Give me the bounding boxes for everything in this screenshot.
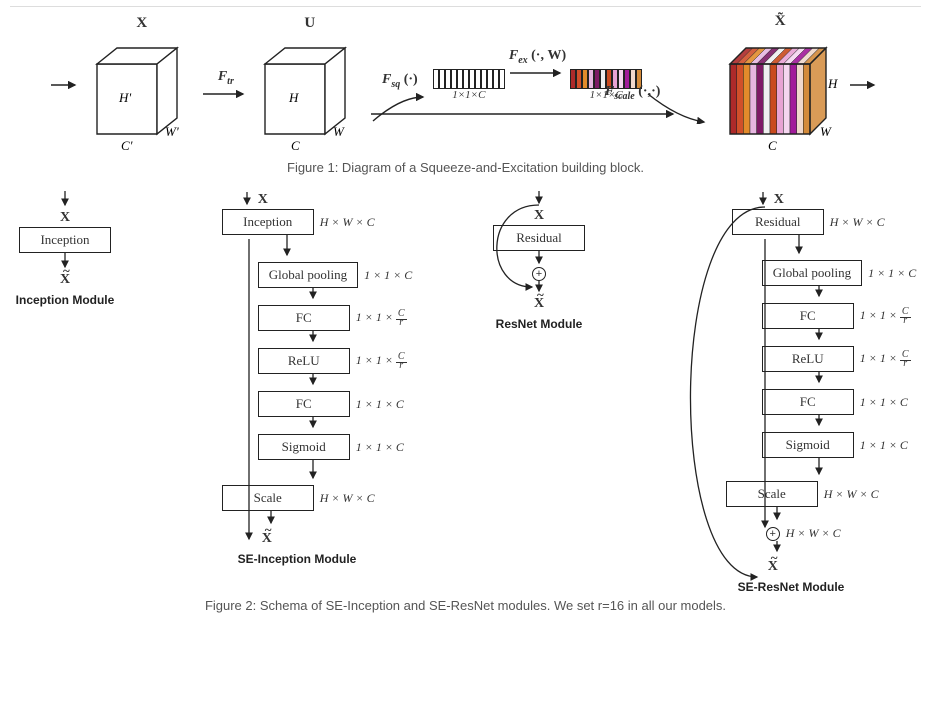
seinc-box-inception: Inception [222,209,314,235]
seinc-label-Xt: X [262,531,272,547]
label-U: U [304,15,315,32]
inception-module: X Inception X Inception Module [10,191,120,307]
seres-box-relu: ReLU [762,346,854,372]
seres-label-Xt: X [768,559,778,575]
center-paths: Fsq (·) 1×1×C Fex (·, W) 1×1×C [371,48,710,122]
seinc-dim-11c-3: 1 × 1 × C [356,440,404,455]
arrow-out [850,79,880,91]
figure-2: X Inception X Inception Module X Incepti… [10,185,921,613]
label-Xtilde: X̃ [775,13,786,30]
seinc-box-fc2: FC [258,391,350,417]
seres-box-fc1: FC [762,303,854,329]
dim-W: W [333,124,345,139]
title-inception: Inception Module [16,293,115,307]
dim-H: H [288,90,299,105]
se-block-diagram: X H' W' C' Ftr U [10,13,921,156]
label-X: X [136,15,147,32]
label-Fsq: Fsq (·) [382,72,418,90]
seinc-dim-hwc-2: H × W × C [320,491,375,506]
arrow-Ftr: Ftr [203,69,249,101]
dim-Wp: W' [165,124,179,139]
arrow-in [51,79,81,91]
dim-H2: H [827,76,838,91]
seres-dim-hwc-3: H × W × C [786,526,841,541]
arrow-Fsq: Fsq (·) [371,72,429,126]
res-add-icon: + [532,267,546,281]
label-Xt-inc: X [60,272,70,288]
seres-box-gp: Global pooling [762,260,862,286]
seinc-dim-11c-1: 1 × 1 × C [364,268,412,283]
cube-U-svg: H W C [255,34,365,154]
seres-dim-hwc-2: H × W × C [824,487,879,502]
colored-cube-svg: H W C [716,32,844,156]
seinc-box-gp: Global pooling [258,262,358,288]
figure-2-caption: Figure 2: Schema of SE-Inception and SE-… [10,598,921,613]
seres-add-icon: + [766,527,780,541]
label-X-inc: X [60,210,70,226]
cube-X-svg: H' W' C' [87,34,197,154]
dim-Cp: C' [121,138,133,153]
box-inception-plain: Inception [19,227,111,253]
seres-dim-11c-2: 1 × 1 × C [860,395,908,410]
res-label-Xt: X [534,296,544,312]
arrow-Fex: Fex (·, W) [509,48,566,80]
figure-1: X H' W' C' Ftr U [10,6,921,175]
seinc-dim-11cr-2: 1 × 1 × Cr [356,352,407,370]
dim-vec-1: 1×1×C [452,89,485,101]
label-Ftr: Ftr [218,69,234,87]
seres-label-X: X [774,192,784,208]
seinc-dim-11c-2: 1 × 1 × C [356,397,404,412]
seinc-box-scale: Scale [222,485,314,511]
seinc-label-X: X [258,192,268,208]
figure-1-caption: Figure 1: Diagram of a Squeeze-and-Excit… [10,160,921,175]
dim-Hp: H' [118,90,131,105]
resnet-module: X Residual + X ResNet Module [474,191,604,331]
seres-dim-hwc-1: H × W × C [830,215,885,230]
seres-dim-11c-1: 1 × 1 × C [868,266,916,281]
seres-box-sigmoid: Sigmoid [762,432,854,458]
title-resnet: ResNet Module [496,317,583,331]
seres-dim-11c-3: 1 × 1 × C [860,438,908,453]
squeeze-vector [433,69,505,89]
seinc-dim-11cr-1: 1 × 1 × Cr [356,309,407,327]
seinc-box-sigmoid: Sigmoid [258,434,350,460]
tensor-X: X H' W' C' [87,15,197,154]
seinc-box-fc1: FC [258,305,350,331]
seinc-dim-hwc-1: H × W × C [320,215,375,230]
se-inception-module: X Inception H × W × C Global pooling 1 ×… [177,191,417,566]
dim-C: C [291,138,300,153]
seres-box-fc2: FC [762,389,854,415]
se-resnet-module: X Residual H × W × C Global pooling 1 × … [661,191,921,594]
title-se-resnet: SE-ResNet Module [738,580,845,594]
label-Fscale: Fscale (·,·) [605,84,661,102]
tensor-Xtilde: X̃ H W C [716,13,844,156]
label-Fex: Fex (·, W) [509,48,566,66]
seres-box-residual: Residual [732,209,824,235]
res-label-X: X [534,208,544,224]
seres-dim-11cr-1: 1 × 1 × Cr [860,307,911,325]
tensor-U: U H W C [255,15,365,154]
seres-dim-11cr-2: 1 × 1 × Cr [860,350,911,368]
dim-C2: C [768,138,777,153]
title-se-inception: SE-Inception Module [238,552,357,566]
res-box-residual: Residual [493,225,585,251]
se-modules-diagram: X Inception X Inception Module X Incepti… [10,191,921,594]
seres-box-scale: Scale [726,481,818,507]
dim-W2: W [820,124,832,139]
seinc-box-relu: ReLU [258,348,350,374]
